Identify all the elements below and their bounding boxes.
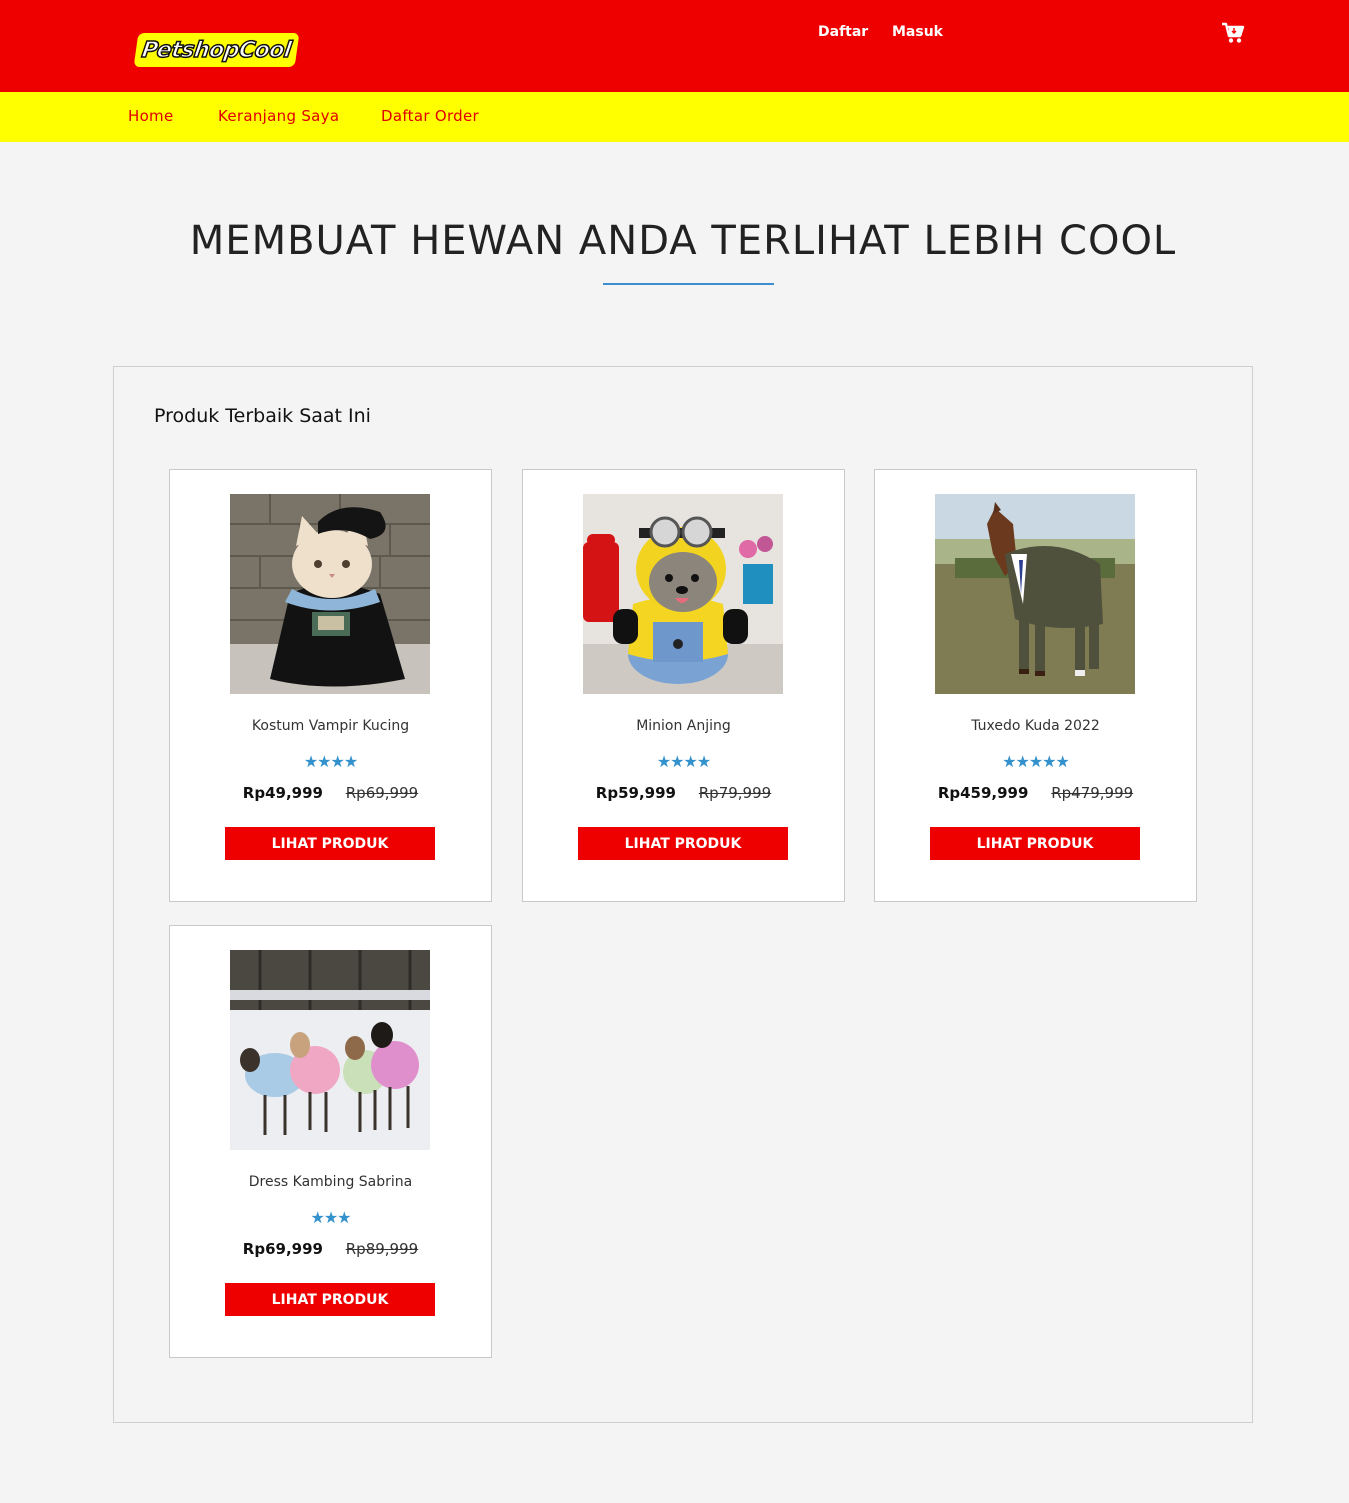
product-prices: Rp59,999 Rp79,999 [523, 784, 844, 802]
logo-text: PetshopCool [139, 37, 293, 64]
product-name: Kostum Vampir Kucing [251, 718, 410, 734]
nav-order-list[interactable]: Daftar Order [381, 107, 479, 125]
product-old-price: Rp79,999 [698, 784, 772, 802]
cart-icon[interactable] [1221, 22, 1245, 44]
product-image-horse[interactable] [935, 494, 1135, 694]
view-product-button[interactable]: LIHAT PRODUK [225, 1283, 435, 1316]
product-card: Tuxedo Kuda 2022 ★★★★★ Rp459,999 Rp479,9… [874, 469, 1197, 902]
product-image-dog[interactable] [583, 494, 783, 694]
product-card: Kostum Vampir Kucing ★★★★ Rp49,999 Rp69,… [169, 469, 492, 902]
product-price: Rp49,999 [242, 784, 323, 802]
logo[interactable]: PetshopCool [133, 33, 300, 67]
product-prices: Rp459,999 Rp479,999 [875, 784, 1196, 802]
register-link[interactable]: Daftar [818, 24, 868, 40]
product-price: Rp59,999 [595, 784, 676, 802]
nav-my-cart[interactable]: Keranjang Saya [218, 107, 339, 125]
product-card: Dress Kambing Sabrina ★★★ Rp69,999 Rp89,… [169, 925, 492, 1358]
star-rating-icon: ★★★★ [303, 752, 358, 771]
product-image-cat[interactable] [230, 494, 430, 694]
headline-divider [603, 283, 774, 285]
top-header: PetshopCool Daftar Masuk [0, 0, 1349, 92]
star-rating-icon: ★★★ [310, 1208, 351, 1227]
product-image-goats[interactable] [230, 950, 430, 1150]
product-name: Tuxedo Kuda 2022 [971, 718, 1100, 734]
section-title: Produk Terbaik Saat Ini [154, 405, 371, 427]
star-rating-icon: ★★★★ [656, 752, 711, 771]
product-prices: Rp69,999 Rp89,999 [170, 1240, 491, 1258]
product-price: Rp459,999 [937, 784, 1029, 802]
star-rating-icon: ★★★★★ [1002, 752, 1070, 771]
nav-home[interactable]: Home [128, 107, 174, 125]
product-card: Minion Anjing ★★★★ Rp59,999 Rp79,999 LIH… [522, 469, 845, 902]
product-prices: Rp49,999 Rp69,999 [170, 784, 491, 802]
view-product-button[interactable]: LIHAT PRODUK [578, 827, 788, 860]
product-name: Minion Anjing [636, 718, 731, 734]
product-name: Dress Kambing Sabrina [248, 1174, 413, 1190]
login-link[interactable]: Masuk [892, 24, 943, 40]
product-old-price: Rp89,999 [345, 1240, 419, 1258]
view-product-button[interactable]: LIHAT PRODUK [225, 827, 435, 860]
main-nav: Home Keranjang Saya Daftar Order [0, 92, 1349, 142]
product-price: Rp69,999 [242, 1240, 323, 1258]
product-old-price: Rp479,999 [1051, 784, 1134, 802]
view-product-button[interactable]: LIHAT PRODUK [930, 827, 1140, 860]
page-headline: MEMBUAT HEWAN ANDA TERLIHAT LEBIH COOL [189, 218, 1177, 264]
product-old-price: Rp69,999 [345, 784, 419, 802]
